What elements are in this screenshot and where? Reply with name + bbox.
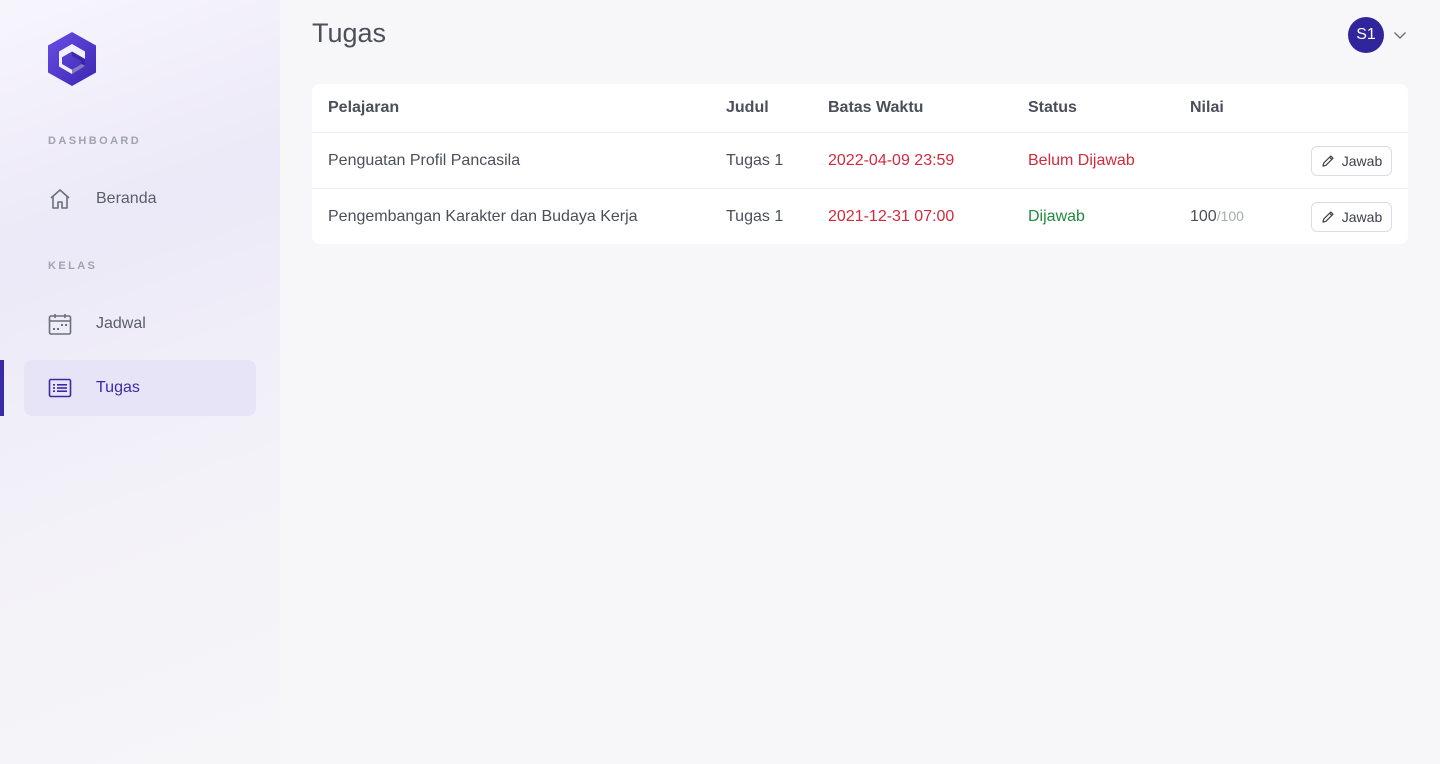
status-badge: Belum Dijawab [1028,151,1135,169]
cell-nilai: 100/100 [1190,208,1244,226]
column-header-judul: Judul [726,99,769,116]
jawab-button[interactable]: Jawab [1311,201,1392,232]
jawab-button-label: Jawab [1341,208,1383,225]
table-header: Pelajaran Judul Batas Waktu Status Nilai [312,84,1408,133]
table-row: Pengembangan Karakter dan Budaya Kerja T… [312,189,1408,244]
pencil-icon [1321,210,1335,224]
app: DASHBOARD Beranda KELAS Jadwal Tugas Tug… [0,0,1440,764]
active-indicator [0,360,4,416]
user-menu[interactable]: S1 [1348,17,1408,53]
chevron-down-icon[interactable] [1392,27,1408,43]
avatar[interactable]: S1 [1348,17,1384,53]
home-icon [48,187,72,211]
app-logo[interactable] [48,32,96,86]
column-header-nilai: Nilai [1190,99,1224,116]
status-badge: Dijawab [1028,207,1085,225]
list-icon [48,376,72,400]
score-value: 100 [1190,207,1217,225]
page-title: Tugas [312,18,387,48]
pencil-icon [1321,154,1335,168]
cell-judul: Tugas 1 [726,207,784,225]
jawab-button-label: Jawab [1341,152,1383,169]
calendar-icon [48,312,72,336]
task-table: Pelajaran Judul Batas Waktu Status Nilai… [312,84,1408,244]
cell-batas-waktu: 2021-12-31 07:00 [828,207,955,225]
sidebar-item-jadwal[interactable]: Jadwal [24,296,256,352]
cell-judul: Tugas 1 [726,151,784,169]
logo-icon [48,32,96,86]
cell-pelajaran: Pengembangan Karakter dan Budaya Kerja [328,207,638,225]
sidebar-item-label: Tugas [96,379,140,396]
cell-batas-waktu: 2022-04-09 23:59 [828,151,955,169]
column-header-status: Status [1028,99,1077,116]
sidebar: DASHBOARD Beranda KELAS Jadwal Tugas [0,0,280,764]
score-max: /100 [1216,207,1244,224]
column-header-pelajaran: Pelajaran [328,99,400,116]
section-label-kelas: KELAS [48,260,98,272]
sidebar-item-tugas[interactable]: Tugas [24,360,256,416]
sidebar-item-beranda[interactable]: Beranda [24,171,256,227]
table-row: Penguatan Profil Pancasila Tugas 1 2022-… [312,133,1408,189]
cell-pelajaran: Penguatan Profil Pancasila [328,151,521,169]
sidebar-item-label: Jadwal [96,315,146,332]
jawab-button[interactable]: Jawab [1311,145,1392,176]
column-header-batas-waktu: Batas Waktu [828,99,924,116]
section-label-dashboard: DASHBOARD [48,135,142,147]
sidebar-item-label: Beranda [96,190,157,207]
